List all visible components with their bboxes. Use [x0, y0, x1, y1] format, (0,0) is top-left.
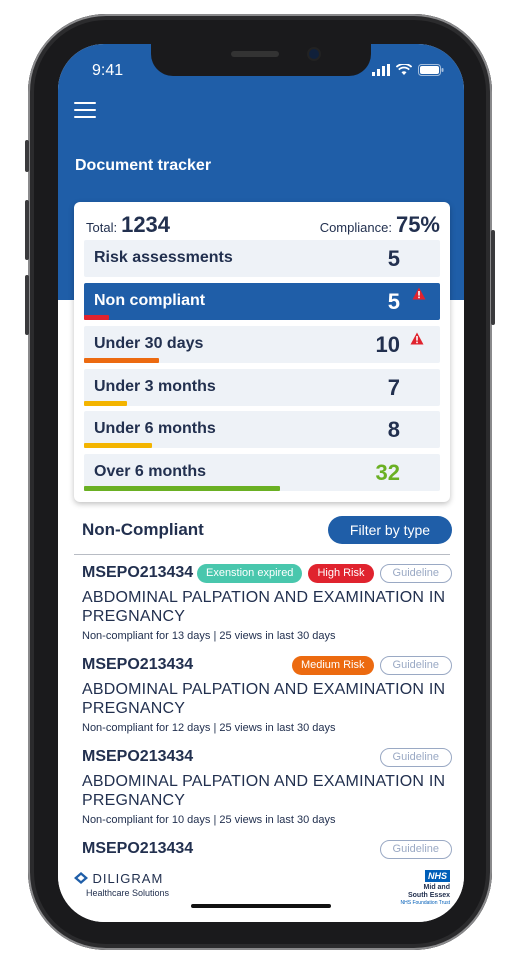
- document-code: MSEPO213434: [82, 564, 194, 581]
- total-label: Total:: [86, 220, 118, 235]
- row-count: 5: [387, 289, 400, 314]
- document-title: ABDOMINAL PALPATION AND EXAMINATION IN P…: [82, 681, 446, 717]
- guideline-tag: Guideline: [379, 656, 452, 675]
- brand-name: DILIGRAM: [92, 871, 164, 886]
- row-progress-bar: [84, 315, 109, 320]
- brand-subtitle: Healthcare Solutions: [86, 888, 170, 898]
- summary-row[interactable]: Under 6 months 8: [84, 411, 440, 448]
- row-label: Over 6 months: [94, 463, 207, 480]
- warning-triangle-icon: [410, 332, 424, 345]
- battery-icon: [418, 64, 444, 76]
- document-tags: Exenstion expired High Risk Guideline: [196, 564, 452, 583]
- document-tags: Guideline: [379, 840, 452, 859]
- total-count: Total: 1234: [86, 212, 170, 238]
- row-label: Under 3 months: [94, 378, 216, 395]
- home-indicator[interactable]: [191, 904, 331, 908]
- document-list-item[interactable]: MSEPO213434 Exenstion expired High Risk Gui…: [82, 564, 452, 650]
- document-list-item[interactable]: MSEPO213434 Guideline ABDOMINAL PALPATION …: [82, 748, 452, 834]
- compliance-value: 75%: [395, 212, 440, 237]
- camera: [309, 49, 319, 59]
- wifi-icon: [396, 64, 412, 75]
- row-count: 5: [387, 246, 400, 271]
- status-time: 9:41: [92, 62, 124, 79]
- divider: [74, 554, 450, 555]
- row-count: 32: [375, 460, 400, 485]
- volume-down-button: [25, 275, 29, 335]
- footer: DILIGRAM Healthcare Solutions NHS Mid an…: [58, 864, 464, 922]
- guideline-tag: Guideline: [379, 840, 452, 859]
- document-meta: Non-compliant for 10 days | 25 views in …: [82, 814, 336, 826]
- nhs-badge: NHS: [424, 870, 450, 882]
- filter-by-type-button[interactable]: Filter by type: [328, 516, 452, 544]
- high-risk-tag: High Risk: [308, 564, 374, 583]
- status-icons: [372, 64, 444, 76]
- volume-up-button: [25, 200, 29, 260]
- nhs-line-2: South Essex: [407, 892, 450, 899]
- exemption-tag: Exenstion expired: [196, 564, 303, 583]
- total-value: 1234: [121, 212, 171, 237]
- row-progress-bar: [84, 486, 280, 491]
- compliance-rate: Compliance: 75%: [320, 212, 440, 238]
- row-label: Non compliant: [94, 292, 206, 309]
- signal-icon: [372, 64, 390, 76]
- warning-triangle-icon: [412, 287, 426, 300]
- summary-row[interactable]: Under 3 months 7: [84, 369, 440, 406]
- nhs-trust: NHS Foundation Trust: [400, 900, 450, 906]
- mute-switch: [25, 140, 29, 172]
- document-code: MSEPO213434: [82, 656, 194, 673]
- summary-card: Total: 1234 Compliance: 75% Risk assessmen…: [74, 202, 450, 502]
- medium-risk-tag: Medium Risk: [291, 656, 374, 675]
- document-code: MSEPO213434: [82, 840, 194, 857]
- row-progress-bar: [84, 443, 152, 448]
- document-meta: Non-compliant for 13 days | 25 views in …: [82, 630, 336, 642]
- row-count: 8: [387, 417, 400, 442]
- document-meta: Non-compliant for 12 days | 25 views in …: [82, 722, 336, 734]
- document-title: ABDOMINAL PALPATION AND EXAMINATION IN P…: [82, 589, 446, 625]
- row-count: 7: [387, 375, 400, 400]
- row-label: Under 30 days: [94, 335, 204, 352]
- summary-row[interactable]: Over 6 months 32: [84, 454, 440, 491]
- diligram-diamond-icon: [74, 872, 88, 884]
- row-progress-bar: [84, 358, 159, 363]
- row-progress-bar: [84, 401, 127, 406]
- summary-row[interactable]: Under 30 days 10: [84, 326, 440, 363]
- guideline-tag: Guideline: [379, 748, 452, 767]
- nhs-line-1: Mid and: [423, 884, 450, 891]
- phone-screen: 9:41 Document tracker Total: 1234 Complia…: [58, 44, 464, 922]
- section-title: Non-Compliant: [82, 520, 204, 539]
- document-code: MSEPO213434: [82, 748, 194, 765]
- document-tags: Medium Risk Guideline: [291, 656, 452, 675]
- row-count: 10: [375, 332, 400, 357]
- document-tags: Guideline: [379, 748, 452, 767]
- notch: [151, 44, 371, 76]
- power-button: [491, 230, 495, 325]
- hamburger-icon[interactable]: [74, 102, 96, 118]
- summary-row[interactable]: Risk assessments 5: [84, 240, 440, 277]
- summary-row[interactable]: Non compliant 5: [84, 283, 440, 320]
- document-title: ABDOMINAL PALPATION AND EXAMINATION IN P…: [82, 773, 446, 809]
- page-title: Document tracker: [75, 157, 212, 174]
- speaker: [231, 51, 279, 57]
- guideline-tag: Guideline: [379, 564, 452, 583]
- compliance-label: Compliance:: [319, 220, 392, 235]
- diligram-logo: DILIGRAM Healthcare Solutions: [74, 870, 169, 898]
- document-list-item[interactable]: MSEPO213434 Medium Risk Guideline ABDOMINAL…: [82, 656, 452, 742]
- row-label: Risk assessments: [94, 249, 233, 266]
- row-label: Under 6 months: [94, 420, 216, 437]
- nhs-logo: NHS Mid and South Essex NHS Foundation T…: [401, 866, 450, 906]
